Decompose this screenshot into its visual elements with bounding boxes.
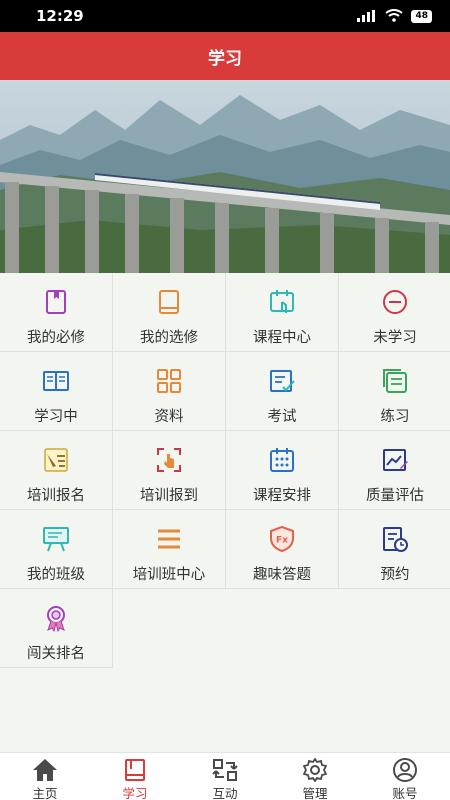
menu-item-schedule[interactable]: 课程安排 — [226, 431, 339, 510]
menu-item-my-class[interactable]: 我的班级 — [0, 510, 113, 589]
banner-image[interactable] — [0, 80, 450, 273]
tab-home[interactable]: 主页 — [0, 753, 90, 800]
appointment-clock-icon — [380, 524, 410, 554]
class-board-icon — [41, 524, 71, 554]
ranking-medal-icon — [41, 603, 71, 633]
menu-item-ranking[interactable]: 闯关排名 — [0, 589, 113, 668]
home-icon — [31, 758, 59, 782]
menu-item-required[interactable]: 我的必修 — [0, 273, 113, 352]
tab-study[interactable]: 学习 — [90, 753, 180, 800]
menu-item-not-learned[interactable]: 未学习 — [339, 273, 450, 352]
status-icons: 48 — [357, 7, 432, 26]
exam-checklist-icon — [267, 366, 297, 396]
battery-icon: 48 — [411, 9, 432, 23]
quiz-shield-icon: Fx — [267, 524, 297, 554]
menu-item-course-center[interactable]: 课程中心 — [226, 273, 339, 352]
interaction-refresh-icon — [211, 758, 239, 782]
menu-item-learning[interactable]: 学习中 — [0, 352, 113, 431]
status-time: 12:29 — [36, 7, 84, 25]
menu-item-training-checkin[interactable]: 培训报到 — [113, 431, 226, 510]
bottom-tab-bar: 主页 学习 互动 管理 账号 — [0, 752, 450, 800]
tab-manage[interactable]: 管理 — [270, 753, 360, 800]
page-title: 学习 — [208, 48, 242, 69]
menu-item-materials[interactable]: 资料 — [113, 352, 226, 431]
menu-item-fun-quiz[interactable]: Fx 趣味答题 — [226, 510, 339, 589]
status-bar: 12:29 48 — [0, 0, 450, 32]
grid-materials-icon — [154, 366, 184, 396]
menu-item-training-signup[interactable]: 培训报名 — [0, 431, 113, 510]
required-book-icon — [41, 287, 71, 317]
menu-item-quality-eval[interactable]: 质量评估 — [339, 431, 450, 510]
menu-item-elective[interactable]: 我的选修 — [113, 273, 226, 352]
gear-icon — [301, 758, 329, 782]
tab-interaction[interactable]: 互动 — [180, 753, 270, 800]
menu-lines-icon — [154, 524, 184, 554]
menu-item-exam[interactable]: 考试 — [226, 352, 339, 431]
svg-text:Fx: Fx — [276, 536, 288, 546]
menu-item-appointment[interactable]: 预约 — [339, 510, 450, 589]
menu-item-training-center[interactable]: 培训班中心 — [113, 510, 226, 589]
checkin-hand-icon — [154, 445, 184, 475]
minus-circle-icon — [380, 287, 410, 317]
study-book-icon — [121, 758, 149, 782]
wifi-icon — [385, 7, 404, 26]
header: 学习 — [0, 32, 450, 80]
course-center-icon — [267, 287, 297, 317]
signal-icon — [357, 7, 377, 26]
signup-pen-icon — [41, 445, 71, 475]
elective-book-icon — [154, 287, 184, 317]
evaluation-chart-icon — [380, 445, 410, 475]
calendar-icon — [267, 445, 297, 475]
user-icon — [391, 758, 419, 782]
menu-item-practice[interactable]: 练习 — [339, 352, 450, 431]
tab-account[interactable]: 账号 — [360, 753, 450, 800]
open-book-icon — [41, 366, 71, 396]
practice-pages-icon — [380, 366, 410, 396]
